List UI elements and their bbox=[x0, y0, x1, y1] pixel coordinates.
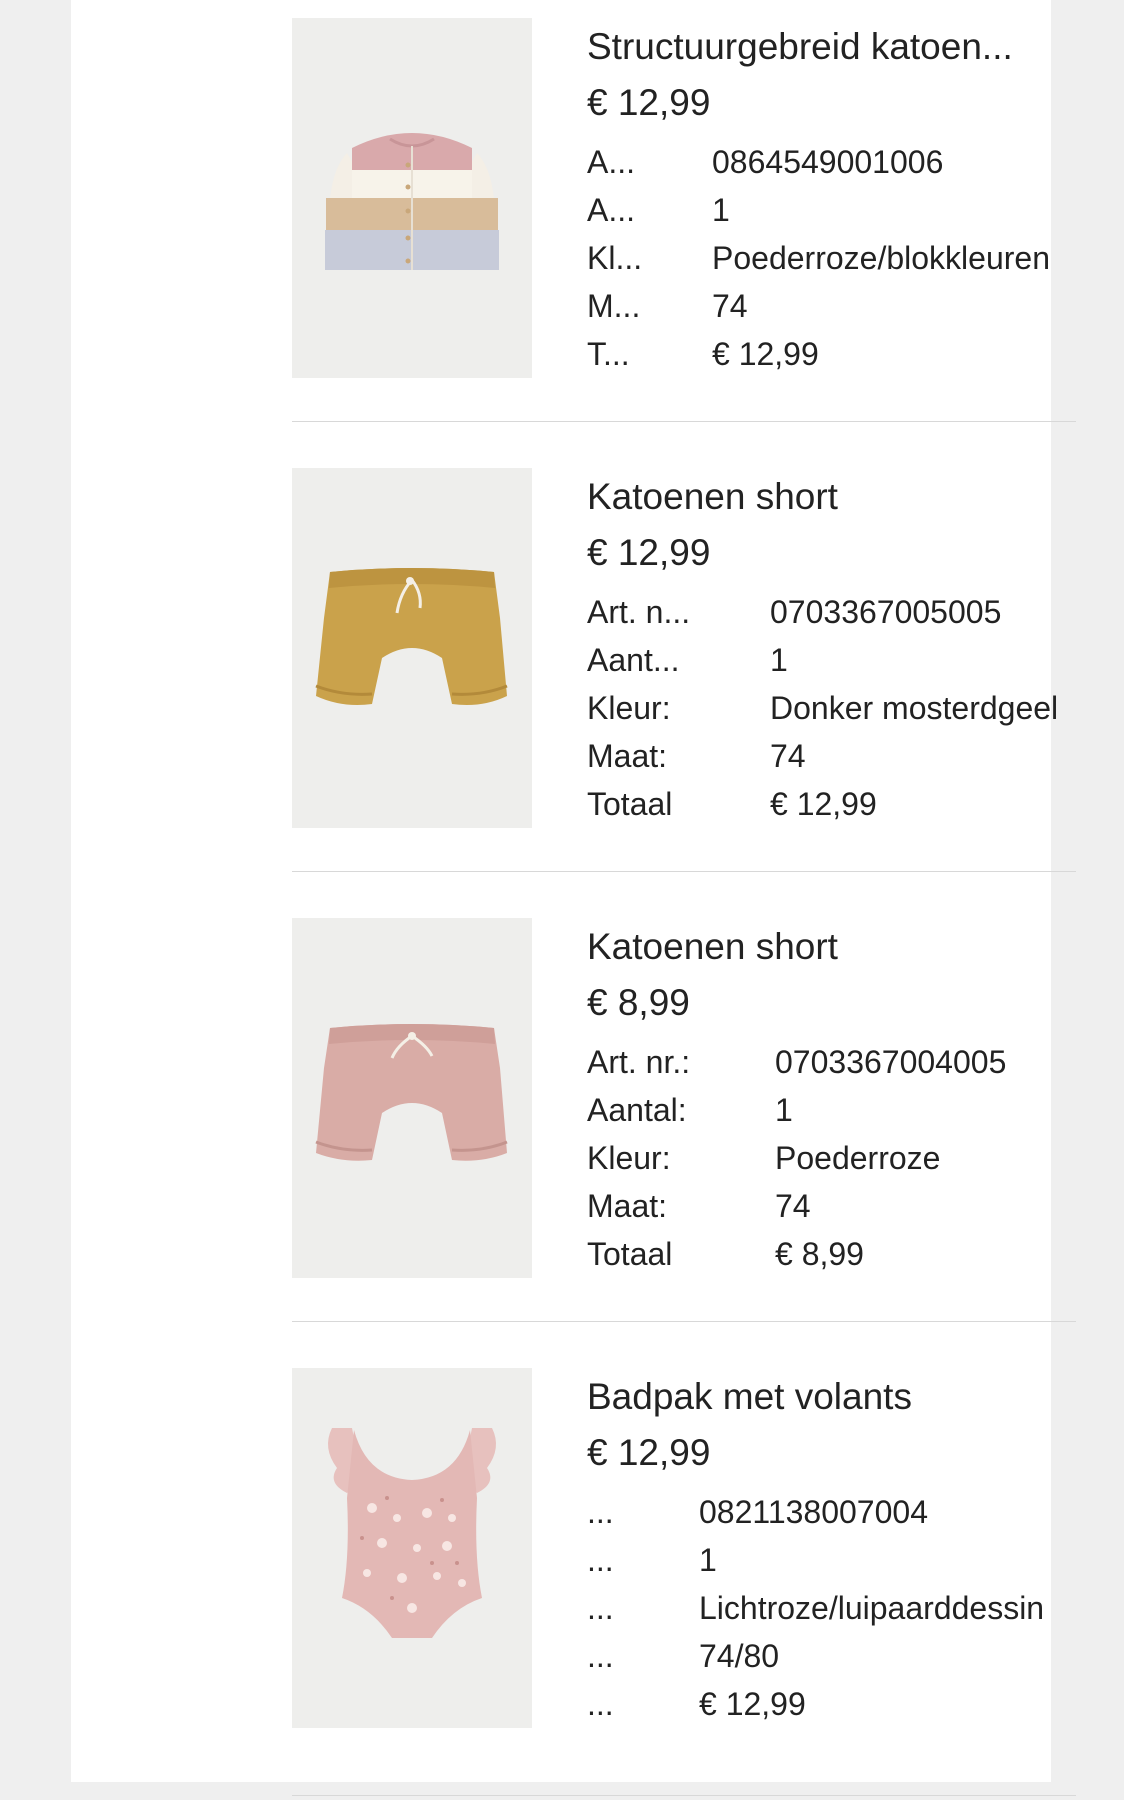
detail-label: Kl... bbox=[587, 240, 643, 276]
detail-label: ... bbox=[587, 1542, 614, 1578]
detail-value: 0821138007004 bbox=[699, 1494, 928, 1530]
detail-label: ... bbox=[587, 1590, 614, 1626]
detail-label: Totaal bbox=[587, 786, 673, 822]
detail-value: 74 bbox=[770, 738, 806, 774]
detail-row-size: M... 74 bbox=[587, 282, 1077, 330]
product-image[interactable] bbox=[292, 18, 532, 378]
detail-label: Totaal bbox=[587, 1236, 673, 1272]
product-price: € 12,99 bbox=[587, 1432, 711, 1473]
detail-label: A... bbox=[587, 192, 636, 228]
product-info: Badpak met volants € 12,99 ... 082113800… bbox=[587, 1374, 1077, 1728]
detail-row-size: Maat: 74 bbox=[587, 1182, 1077, 1230]
detail-label: Art. n... bbox=[587, 594, 691, 630]
detail-value: 1 bbox=[712, 192, 730, 228]
detail-row-color: Kl... Poederroze/blokkleuren bbox=[587, 234, 1077, 282]
detail-row-article: ... 0821138007004 bbox=[587, 1488, 1077, 1536]
detail-label: Aantal: bbox=[587, 1092, 687, 1128]
detail-value: 1 bbox=[775, 1092, 793, 1128]
product-name[interactable]: Structuurgebreid katoen... bbox=[587, 24, 1077, 70]
detail-row-color: Kleur: Donker mosterdgeel bbox=[587, 684, 1077, 732]
swimsuit-image bbox=[292, 1368, 532, 1728]
product-name[interactable]: Badpak met volants bbox=[587, 1374, 1077, 1420]
order-items-panel: Structuurgebreid katoen... € 12,99 A... … bbox=[71, 0, 1076, 1796]
detail-label: Art. nr.: bbox=[587, 1044, 691, 1080]
detail-value: Poederroze/blokkleuren bbox=[712, 240, 1050, 276]
detail-value: 1 bbox=[699, 1542, 717, 1578]
detail-value: Poederroze bbox=[775, 1140, 941, 1176]
item-divider bbox=[292, 871, 1076, 872]
detail-row-article: Art. nr.: 0703367004005 bbox=[587, 1038, 1077, 1086]
detail-value: € 12,99 bbox=[699, 1686, 806, 1722]
detail-label: Kleur: bbox=[587, 690, 671, 726]
detail-row-quantity: Aant... 1 bbox=[587, 636, 1077, 684]
product-price: € 8,99 bbox=[587, 982, 690, 1023]
order-item: Katoenen short € 8,99 Art. nr.: 07033670… bbox=[292, 900, 1076, 1350]
detail-label: M... bbox=[587, 288, 641, 324]
detail-value: € 12,99 bbox=[770, 786, 877, 822]
pink-shorts-image bbox=[292, 918, 532, 1278]
detail-label: A... bbox=[587, 144, 636, 180]
detail-value: 0703367004005 bbox=[775, 1044, 1007, 1080]
knit-cardigan-image bbox=[292, 18, 532, 378]
product-name[interactable]: Katoenen short bbox=[587, 474, 1077, 520]
detail-value: 74/80 bbox=[699, 1638, 780, 1674]
product-name[interactable]: Katoenen short bbox=[587, 924, 1077, 970]
product-details: Art. nr.: 0703367004005 Aantal: 1 Kleur:… bbox=[587, 1038, 1077, 1278]
mustard-shorts-image bbox=[292, 468, 532, 828]
order-item: Structuurgebreid katoen... € 12,99 A... … bbox=[292, 0, 1076, 450]
item-divider bbox=[292, 1795, 1076, 1796]
detail-label: Aant... bbox=[587, 642, 680, 678]
item-divider bbox=[292, 1321, 1076, 1322]
detail-label: ... bbox=[587, 1494, 614, 1530]
detail-row-total: T... € 12,99 bbox=[587, 330, 1077, 378]
detail-value: € 12,99 bbox=[712, 336, 819, 372]
detail-value: € 8,99 bbox=[775, 1236, 864, 1272]
product-info: Structuurgebreid katoen... € 12,99 A... … bbox=[587, 24, 1077, 378]
product-details: ... 0821138007004 ... 1 ... Lichtroze/lu… bbox=[587, 1488, 1077, 1728]
detail-row-total: Totaal € 8,99 bbox=[587, 1230, 1077, 1278]
detail-row-quantity: Aantal: 1 bbox=[587, 1086, 1077, 1134]
product-image[interactable] bbox=[292, 1368, 532, 1728]
detail-value: 0864549001006 bbox=[712, 144, 944, 180]
detail-label: Maat: bbox=[587, 1188, 668, 1224]
product-details: A... 0864549001006 A... 1 Kl... Poederro… bbox=[587, 138, 1077, 378]
detail-row-total: Totaal € 12,99 bbox=[587, 780, 1077, 828]
product-image[interactable] bbox=[292, 468, 532, 828]
order-item: Katoenen short € 12,99 Art. n... 0703367… bbox=[292, 450, 1076, 900]
detail-row-article: A... 0864549001006 bbox=[587, 138, 1077, 186]
order-item: Badpak met volants € 12,99 ... 082113800… bbox=[292, 1350, 1076, 1800]
detail-row-quantity: ... 1 bbox=[587, 1536, 1077, 1584]
detail-row-color: Kleur: Poederroze bbox=[587, 1134, 1077, 1182]
detail-value: 1 bbox=[770, 642, 788, 678]
product-info: Katoenen short € 12,99 Art. n... 0703367… bbox=[587, 474, 1077, 828]
detail-value: Donker mosterdgeel bbox=[770, 690, 1059, 726]
detail-row-size: ... 74/80 bbox=[587, 1632, 1077, 1680]
detail-label: Maat: bbox=[587, 738, 668, 774]
detail-row-quantity: A... 1 bbox=[587, 186, 1077, 234]
detail-row-total: ... € 12,99 bbox=[587, 1680, 1077, 1728]
product-price: € 12,99 bbox=[587, 532, 711, 573]
detail-value: 0703367005005 bbox=[770, 594, 1002, 630]
product-price: € 12,99 bbox=[587, 82, 711, 123]
detail-value: 74 bbox=[712, 288, 748, 324]
detail-row-color: ... Lichtroze/luipaarddessin bbox=[587, 1584, 1077, 1632]
detail-label: T... bbox=[587, 336, 630, 372]
product-details: Art. n... 0703367005005 Aant... 1 Kleur:… bbox=[587, 588, 1077, 828]
item-divider bbox=[292, 421, 1076, 422]
product-image[interactable] bbox=[292, 918, 532, 1278]
detail-value: Lichtroze/luipaarddessin bbox=[699, 1590, 1045, 1626]
detail-row-article: Art. n... 0703367005005 bbox=[587, 588, 1077, 636]
detail-value: 74 bbox=[775, 1188, 811, 1224]
detail-label: ... bbox=[587, 1638, 614, 1674]
product-info: Katoenen short € 8,99 Art. nr.: 07033670… bbox=[587, 924, 1077, 1278]
detail-row-size: Maat: 74 bbox=[587, 732, 1077, 780]
detail-label: Kleur: bbox=[587, 1140, 671, 1176]
detail-label: ... bbox=[587, 1686, 614, 1722]
